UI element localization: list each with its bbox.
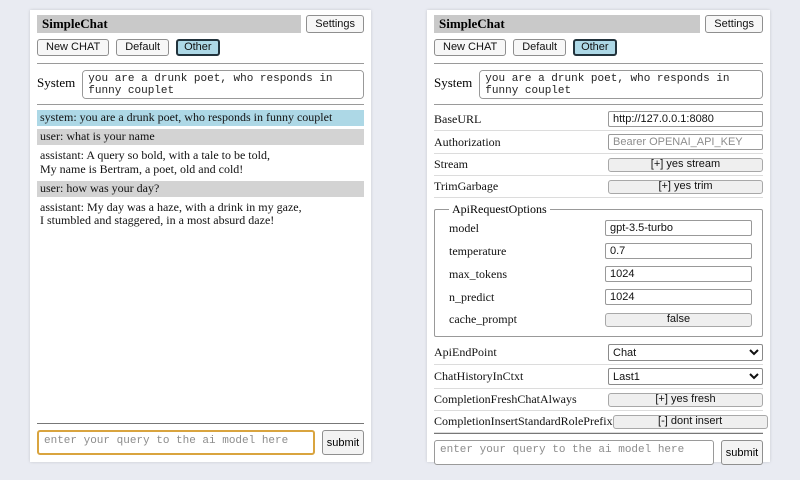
settings-list: BaseURL Authorization Stream [+] yes str… [434,108,763,433]
app-title: SimpleChat [37,15,301,33]
query-row: submit [37,430,364,455]
submit-button[interactable]: submit [322,430,364,455]
api-request-options-legend: ApiRequestOptions [449,202,550,217]
system-prompt-row: System you are a drunk poet, who respond… [434,70,763,99]
panel-header: SimpleChat Settings [434,15,763,33]
divider [37,423,364,424]
query-input[interactable] [434,440,714,465]
app-title: SimpleChat [434,15,700,33]
message-line: assistant: A query so bold, with a tale … [40,149,361,163]
session-toolbar: New CHAT Default Other [37,39,364,56]
query-input[interactable] [37,430,315,455]
divider [37,63,364,64]
setting-row-completion-fresh-chat-always: CompletionFreshChatAlways [+] yes fresh [434,389,763,411]
setting-row-baseurl: BaseURL [434,108,763,131]
panel-header: SimpleChat Settings [37,15,364,33]
completion-insert-standard-role-prefix-toggle-button[interactable]: [-] dont insert [613,415,768,429]
temperature-input[interactable] [605,243,752,259]
setting-row-cache-prompt: cache_prompt false [449,309,752,331]
chat-message-user: user: what is your name [37,129,364,145]
session-toolbar: New CHAT Default Other [434,39,763,56]
settings-button[interactable]: Settings [705,15,763,33]
max-tokens-label: max_tokens [449,267,507,282]
setting-row-authorization: Authorization [434,131,763,154]
chat-history-in-ctxt-select[interactable]: Last1 [608,368,763,385]
desktop: SimpleChat Settings New CHAT Default Oth… [0,0,800,480]
model-input[interactable] [605,220,752,236]
new-chat-button[interactable]: New CHAT [434,39,506,56]
system-prompt-input[interactable]: you are a drunk poet, who responds in fu… [82,70,364,99]
system-prompt-input[interactable]: you are a drunk poet, who responds in fu… [479,70,763,99]
divider [37,104,364,105]
divider [434,63,763,64]
chat-message-assistant: assistant: My day was a haze, with a dri… [37,200,364,230]
new-chat-button[interactable]: New CHAT [37,39,109,56]
stream-label: Stream [434,157,468,172]
setting-row-completion-insert-standard-role-prefix: CompletionInsertStandardRolePrefix [-] d… [434,411,763,433]
setting-row-stream: Stream [+] yes stream [434,154,763,176]
session-default-button[interactable]: Default [116,39,169,56]
max-tokens-input[interactable] [605,266,752,282]
message-line: My name is Bertram, a poet, old and cold… [40,163,361,177]
setting-row-chat-history-in-ctxt: ChatHistoryInCtxt Last1 [434,365,763,389]
completion-insert-standard-role-prefix-label: CompletionInsertStandardRolePrefix [434,414,613,429]
session-default-button[interactable]: Default [513,39,566,56]
system-prompt-label: System [37,70,75,91]
authorization-input[interactable] [608,134,763,150]
message-line: I stumbled and staggered, in a most absu… [40,214,361,228]
message-line: assistant: My day was a haze, with a dri… [40,201,361,215]
n-predict-label: n_predict [449,290,494,305]
model-label: model [449,221,479,236]
chat-message-system: system: you are a drunk poet, who respon… [37,110,364,126]
completion-fresh-chat-always-label: CompletionFreshChatAlways [434,392,577,407]
cache-prompt-toggle-button[interactable]: false [605,313,752,327]
completion-fresh-chat-always-toggle-button[interactable]: [+] yes fresh [608,393,763,407]
api-request-options-fieldset: ApiRequestOptions model temperature max_… [434,202,763,337]
simplechat-chat-panel: SimpleChat Settings New CHAT Default Oth… [30,10,371,462]
setting-row-n-predict: n_predict [449,286,752,309]
setting-row-model: model [449,217,752,240]
stream-toggle-button[interactable]: [+] yes stream [608,158,763,172]
submit-button[interactable]: submit [721,440,763,465]
setting-row-trimgarbage: TrimGarbage [+] yes trim [434,176,763,198]
chat-history-in-ctxt-label: ChatHistoryInCtxt [434,369,523,384]
simplechat-settings-panel: SimpleChat Settings New CHAT Default Oth… [427,10,770,462]
trimgarbage-toggle-button[interactable]: [+] yes trim [608,180,763,194]
setting-row-max-tokens: max_tokens [449,263,752,286]
system-prompt-label: System [434,70,472,91]
chat-message-user: user: how was your day? [37,181,364,197]
temperature-label: temperature [449,244,506,259]
chat-history: system: you are a drunk poet, who respon… [37,110,364,232]
system-prompt-row: System you are a drunk poet, who respond… [37,70,364,99]
baseurl-label: BaseURL [434,112,481,127]
divider [434,433,763,434]
trimgarbage-label: TrimGarbage [434,179,498,194]
session-other-button[interactable]: Other [176,39,220,56]
empty-space [37,232,364,423]
api-endpoint-label: ApiEndPoint [434,345,497,360]
authorization-label: Authorization [434,135,501,150]
api-endpoint-select[interactable]: Chat [608,344,763,361]
baseurl-input[interactable] [608,111,763,127]
chat-message-assistant: assistant: A query so bold, with a tale … [37,148,364,178]
setting-row-temperature: temperature [449,240,752,263]
settings-button[interactable]: Settings [306,15,364,33]
setting-row-api-endpoint: ApiEndPoint Chat [434,341,763,365]
query-row: submit [434,440,763,465]
n-predict-input[interactable] [605,289,752,305]
divider [434,104,763,105]
session-other-button[interactable]: Other [573,39,617,56]
cache-prompt-label: cache_prompt [449,312,517,327]
